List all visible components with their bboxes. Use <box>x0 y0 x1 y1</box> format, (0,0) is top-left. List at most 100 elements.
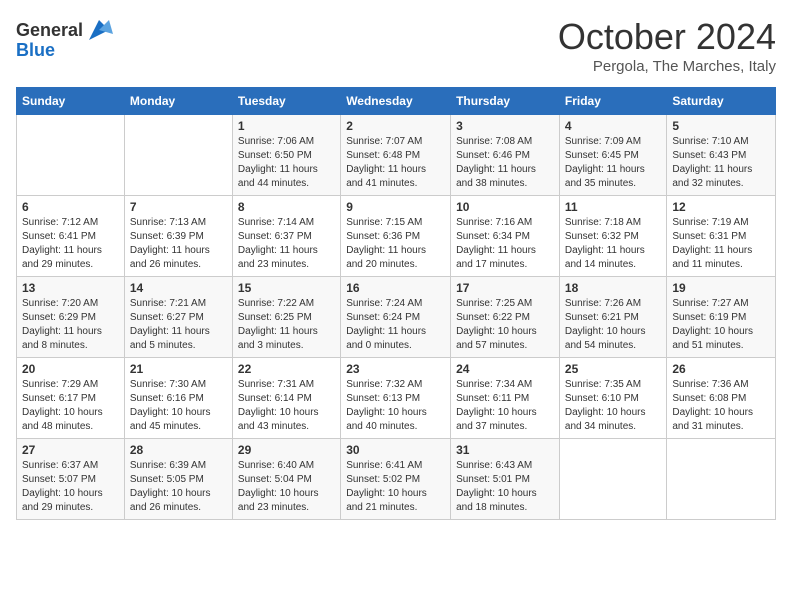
day-info: Sunrise: 6:39 AM Sunset: 5:05 PM Dayligh… <box>130 459 227 515</box>
day-cell: 28 Sunrise: 6:39 AM Sunset: 5:05 PM Dayli… <box>124 439 232 520</box>
column-header-tuesday: Tuesday <box>232 88 340 115</box>
day-info: Sunrise: 7:14 AM Sunset: 6:37 PM Dayligh… <box>238 216 335 272</box>
day-cell: 13Sunrise: 7:20 AM Sunset: 6:29 PM Dayli… <box>17 277 125 358</box>
day-info: Sunrise: 7:35 AM Sunset: 6:10 PM Dayligh… <box>565 378 661 434</box>
day-cell: 31 Sunrise: 6:43 AM Sunset: 5:01 PM Dayli… <box>451 439 560 520</box>
day-number: 25 <box>565 362 661 376</box>
day-number: 5 <box>672 119 770 133</box>
day-cell: 23Sunrise: 7:32 AM Sunset: 6:13 PM Dayli… <box>341 358 451 439</box>
day-number: 1 <box>238 119 335 133</box>
day-number: 10 <box>456 200 554 214</box>
day-cell: 17 Sunrise: 7:25 AM Sunset: 6:22 PM Dayli… <box>451 277 560 358</box>
column-header-friday: Friday <box>559 88 666 115</box>
day-cell: 2 Sunrise: 7:07 AM Sunset: 6:48 PM Daylig… <box>341 115 451 196</box>
day-info: Sunrise: 7:12 AM Sunset: 6:41 PM Dayligh… <box>22 216 119 272</box>
day-cell: 6Sunrise: 7:12 AM Sunset: 6:41 PM Daylig… <box>17 196 125 277</box>
day-number: 31 <box>456 443 554 457</box>
logo-icon <box>85 16 113 44</box>
day-info: Sunrise: 7:06 AM Sunset: 6:50 PM Dayligh… <box>238 135 335 191</box>
day-cell: 30 Sunrise: 6:41 AM Sunset: 5:02 PM Dayli… <box>341 439 451 520</box>
day-number: 19 <box>672 281 770 295</box>
day-cell: 9 Sunrise: 7:15 AM Sunset: 6:36 PM Daylig… <box>341 196 451 277</box>
day-cell: 15Sunrise: 7:22 AM Sunset: 6:25 PM Dayli… <box>232 277 340 358</box>
day-cell: 22Sunrise: 7:31 AM Sunset: 6:14 PM Dayli… <box>232 358 340 439</box>
day-cell: 18 Sunrise: 7:26 AM Sunset: 6:21 PM Dayli… <box>559 277 666 358</box>
day-cell: 20 Sunrise: 7:29 AM Sunset: 6:17 PM Dayli… <box>17 358 125 439</box>
day-cell: 12 Sunrise: 7:19 AM Sunset: 6:31 PM Dayli… <box>667 196 776 277</box>
day-cell: 7Sunrise: 7:13 AM Sunset: 6:39 PM Daylig… <box>124 196 232 277</box>
logo-general-text: General <box>16 20 83 41</box>
week-row-1: 1 Sunrise: 7:06 AM Sunset: 6:50 PM Daylig… <box>17 115 776 196</box>
day-info: Sunrise: 7:19 AM Sunset: 6:31 PM Dayligh… <box>672 216 770 272</box>
day-cell: 26 Sunrise: 7:36 AM Sunset: 6:08 PM Dayli… <box>667 358 776 439</box>
day-cell <box>124 115 232 196</box>
month-title: October 2024 <box>558 16 776 58</box>
day-number: 23 <box>346 362 445 376</box>
day-number: 26 <box>672 362 770 376</box>
day-number: 24 <box>456 362 554 376</box>
day-info: Sunrise: 6:41 AM Sunset: 5:02 PM Dayligh… <box>346 459 445 515</box>
calendar-table: SundayMondayTuesdayWednesdayThursdayFrid… <box>16 87 776 520</box>
day-number: 28 <box>130 443 227 457</box>
day-info: Sunrise: 7:27 AM Sunset: 6:19 PM Dayligh… <box>672 297 770 353</box>
day-info: Sunrise: 7:16 AM Sunset: 6:34 PM Dayligh… <box>456 216 554 272</box>
day-info: Sunrise: 7:29 AM Sunset: 6:17 PM Dayligh… <box>22 378 119 434</box>
week-row-5: 27 Sunrise: 6:37 AM Sunset: 5:07 PM Dayli… <box>17 439 776 520</box>
day-number: 12 <box>672 200 770 214</box>
day-number: 21 <box>130 362 227 376</box>
day-number: 14 <box>130 281 227 295</box>
day-cell: 19 Sunrise: 7:27 AM Sunset: 6:19 PM Dayli… <box>667 277 776 358</box>
day-cell: 5 Sunrise: 7:10 AM Sunset: 6:43 PM Daylig… <box>667 115 776 196</box>
page-header: General Blue October 2024 Pergola, The M… <box>16 16 776 75</box>
column-header-monday: Monday <box>124 88 232 115</box>
day-info: Sunrise: 7:07 AM Sunset: 6:48 PM Dayligh… <box>346 135 445 191</box>
column-header-thursday: Thursday <box>451 88 560 115</box>
day-cell: 29Sunrise: 6:40 AM Sunset: 5:04 PM Dayli… <box>232 439 340 520</box>
day-number: 8 <box>238 200 335 214</box>
header-row: SundayMondayTuesdayWednesdayThursdayFrid… <box>17 88 776 115</box>
calendar-body: 1 Sunrise: 7:06 AM Sunset: 6:50 PM Daylig… <box>17 115 776 520</box>
day-info: Sunrise: 6:37 AM Sunset: 5:07 PM Dayligh… <box>22 459 119 515</box>
day-info: Sunrise: 7:13 AM Sunset: 6:39 PM Dayligh… <box>130 216 227 272</box>
day-cell: 14 Sunrise: 7:21 AM Sunset: 6:27 PM Dayli… <box>124 277 232 358</box>
day-number: 18 <box>565 281 661 295</box>
day-cell: 10 Sunrise: 7:16 AM Sunset: 6:34 PM Dayli… <box>451 196 560 277</box>
day-cell: 27 Sunrise: 6:37 AM Sunset: 5:07 PM Dayli… <box>17 439 125 520</box>
day-number: 11 <box>565 200 661 214</box>
column-header-sunday: Sunday <box>17 88 125 115</box>
day-cell: 16Sunrise: 7:24 AM Sunset: 6:24 PM Dayli… <box>341 277 451 358</box>
day-number: 13 <box>22 281 119 295</box>
day-number: 29 <box>238 443 335 457</box>
logo: General Blue <box>16 16 113 61</box>
day-cell <box>17 115 125 196</box>
day-info: Sunrise: 7:10 AM Sunset: 6:43 PM Dayligh… <box>672 135 770 191</box>
day-cell: 24 Sunrise: 7:34 AM Sunset: 6:11 PM Dayli… <box>451 358 560 439</box>
day-info: Sunrise: 7:18 AM Sunset: 6:32 PM Dayligh… <box>565 216 661 272</box>
column-header-saturday: Saturday <box>667 88 776 115</box>
day-cell <box>559 439 666 520</box>
day-info: Sunrise: 7:25 AM Sunset: 6:22 PM Dayligh… <box>456 297 554 353</box>
day-info: Sunrise: 7:15 AM Sunset: 6:36 PM Dayligh… <box>346 216 445 272</box>
day-info: Sunrise: 7:36 AM Sunset: 6:08 PM Dayligh… <box>672 378 770 434</box>
column-header-wednesday: Wednesday <box>341 88 451 115</box>
day-number: 20 <box>22 362 119 376</box>
day-info: Sunrise: 7:21 AM Sunset: 6:27 PM Dayligh… <box>130 297 227 353</box>
day-info: Sunrise: 7:08 AM Sunset: 6:46 PM Dayligh… <box>456 135 554 191</box>
calendar-header: SundayMondayTuesdayWednesdayThursdayFrid… <box>17 88 776 115</box>
day-number: 30 <box>346 443 445 457</box>
day-number: 27 <box>22 443 119 457</box>
week-row-2: 6Sunrise: 7:12 AM Sunset: 6:41 PM Daylig… <box>17 196 776 277</box>
day-info: Sunrise: 6:43 AM Sunset: 5:01 PM Dayligh… <box>456 459 554 515</box>
day-cell: 1 Sunrise: 7:06 AM Sunset: 6:50 PM Daylig… <box>232 115 340 196</box>
day-info: Sunrise: 7:30 AM Sunset: 6:16 PM Dayligh… <box>130 378 227 434</box>
day-number: 16 <box>346 281 445 295</box>
day-number: 9 <box>346 200 445 214</box>
day-number: 2 <box>346 119 445 133</box>
day-info: Sunrise: 7:26 AM Sunset: 6:21 PM Dayligh… <box>565 297 661 353</box>
day-info: Sunrise: 7:34 AM Sunset: 6:11 PM Dayligh… <box>456 378 554 434</box>
day-number: 17 <box>456 281 554 295</box>
day-cell: 4 Sunrise: 7:09 AM Sunset: 6:45 PM Daylig… <box>559 115 666 196</box>
day-number: 4 <box>565 119 661 133</box>
day-number: 22 <box>238 362 335 376</box>
day-info: Sunrise: 7:09 AM Sunset: 6:45 PM Dayligh… <box>565 135 661 191</box>
